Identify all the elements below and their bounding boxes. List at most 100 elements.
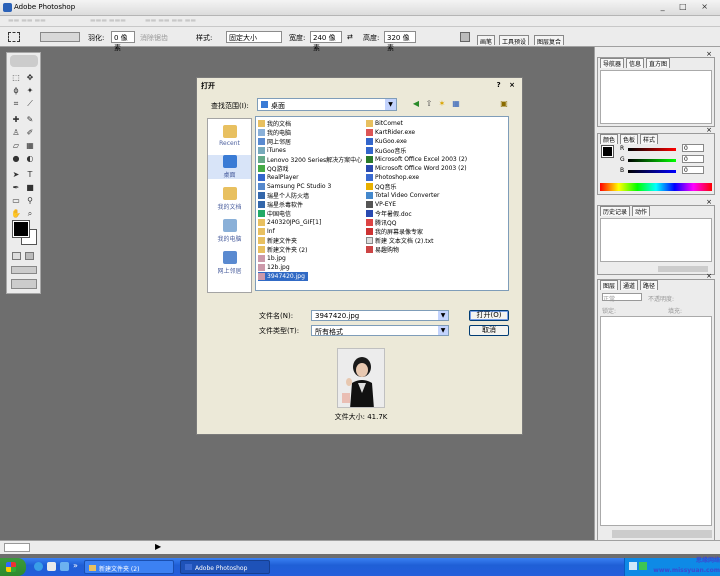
tab-swatches[interactable]: 色板 — [620, 134, 639, 144]
tab-histogram[interactable]: 直方图 — [646, 58, 671, 68]
new-folder-icon[interactable]: ✶ — [437, 99, 447, 109]
close-icon[interactable]: × — [706, 50, 712, 58]
dodge-icon[interactable]: ◐ — [25, 154, 35, 164]
type-icon[interactable]: T — [25, 170, 35, 180]
layers-list[interactable] — [600, 316, 712, 526]
ie-icon[interactable] — [34, 562, 43, 571]
place-my-computer[interactable]: 我的电脑 — [208, 219, 251, 243]
eraser-icon[interactable]: ▱ — [11, 141, 21, 151]
tools-icon[interactable]: ▣ — [499, 99, 509, 109]
antialias-label[interactable]: 消除锯齿 — [140, 33, 168, 43]
tab-actions[interactable]: 动作 — [632, 206, 651, 216]
list-item[interactable]: 12b.jpg — [258, 263, 290, 272]
filename-input[interactable]: 3947420.jpg ▼ — [311, 310, 449, 321]
zoom-field[interactable] — [4, 543, 30, 552]
standard-mode-icon[interactable] — [12, 252, 21, 260]
close-icon[interactable]: × — [706, 272, 712, 280]
list-item[interactable]: KartRider.exe — [366, 128, 415, 137]
close-icon[interactable]: × — [706, 198, 712, 206]
list-item[interactable]: QQ音乐 — [366, 182, 396, 191]
r-value[interactable]: 0 — [682, 144, 704, 152]
task-photoshop[interactable]: Adobe Photoshop — [180, 560, 270, 574]
foreground-color-swatch[interactable] — [12, 220, 30, 238]
list-item[interactable]: 易趣购物 — [366, 245, 399, 254]
list-item[interactable]: BitComet — [366, 119, 403, 128]
history-buttons[interactable] — [658, 266, 708, 272]
taskbar-more-icon[interactable]: » — [73, 561, 78, 570]
blur-icon[interactable]: ● — [11, 154, 21, 164]
tab-color[interactable]: 颜色 — [600, 134, 619, 144]
g-value[interactable]: 0 — [682, 155, 704, 163]
palette-well-icon[interactable] — [460, 32, 470, 42]
jump-to-imageready-icon[interactable] — [11, 279, 37, 289]
list-item[interactable]: KuGoo音乐 — [366, 146, 406, 155]
list-item[interactable]: VP-EYE — [366, 200, 396, 209]
list-item[interactable]: 我的电脑 — [258, 128, 291, 137]
zoom-icon[interactable]: ⌕ — [25, 209, 35, 219]
list-item[interactable]: 1b.jpg — [258, 254, 286, 263]
start-button[interactable] — [0, 558, 26, 576]
screen-mode-icons[interactable] — [11, 266, 37, 274]
list-item[interactable]: 瑞星个人防火墙 — [258, 191, 309, 200]
menu-placeholder[interactable]: ▬▬ ▬▬ ▬▬ ▬▬ — [145, 17, 196, 24]
cancel-button[interactable]: 取消 — [469, 325, 509, 336]
chevron-down-icon[interactable]: ▼ — [438, 311, 448, 320]
look-in-select[interactable]: 桌面 ▼ — [257, 98, 397, 111]
list-item[interactable]: 新建文件夹 (2) — [258, 245, 307, 254]
gradient-icon[interactable]: ▦ — [25, 141, 35, 151]
file-list[interactable]: 我的文档 我的电脑 网上邻居 iTunes Lenovo 3200 Series… — [255, 116, 509, 291]
style-select[interactable]: 固定大小 — [226, 31, 282, 43]
close-icon[interactable]: × — [706, 126, 712, 134]
tab-paths[interactable]: 路径 — [640, 280, 659, 290]
tab-layer-comps[interactable]: 图层复合 — [534, 35, 565, 46]
status-arrow-icon[interactable]: ▶ — [155, 542, 161, 551]
tab-layers[interactable]: 图层 — [600, 280, 619, 290]
stamp-icon[interactable]: ♙ — [11, 128, 21, 138]
back-icon[interactable]: ◀ — [411, 99, 421, 109]
eyedropper-icon[interactable]: ⚲ — [25, 196, 35, 206]
move-icon[interactable]: ✥ — [25, 73, 35, 83]
marquee-icon[interactable]: ⬚ — [11, 73, 21, 83]
color-spectrum-bar[interactable] — [600, 183, 712, 191]
menu-placeholder[interactable]: ▬▬ ▬▬ ▬▬ — [8, 17, 46, 24]
list-item[interactable]: Samsung PC Studio 3 — [258, 182, 331, 191]
dialog-help-close-buttons[interactable]: ? × — [497, 81, 518, 89]
list-item[interactable]: 我的文档 — [258, 119, 291, 128]
list-item[interactable]: 腾讯QQ — [366, 218, 396, 227]
task-new-folder[interactable]: 新建文件夹 (2) — [84, 560, 174, 574]
pen-icon[interactable]: ✒ — [11, 183, 21, 193]
list-item[interactable]: 240320JPG_GIF[1] — [258, 218, 321, 227]
list-item[interactable]: 我的屏幕录像专家 — [366, 227, 423, 236]
place-network[interactable]: 网上邻居 — [208, 251, 251, 275]
marquee-tool-icon[interactable] — [8, 32, 20, 42]
list-item[interactable]: iTunes — [258, 146, 286, 155]
place-my-documents[interactable]: 我的文档 — [208, 187, 251, 211]
tray-icon[interactable] — [629, 562, 637, 570]
b-slider[interactable] — [628, 170, 676, 173]
notes-icon[interactable]: ▭ — [11, 196, 21, 206]
shield-icon[interactable] — [60, 562, 69, 571]
tab-brushes[interactable]: 画笔 — [477, 35, 496, 46]
list-item-selected[interactable]: 3947420.jpg — [258, 272, 308, 281]
view-menu-icon[interactable]: ▦ — [451, 99, 461, 109]
chevron-down-icon[interactable]: ▼ — [385, 99, 396, 110]
menu-bar[interactable]: ▬▬ ▬▬ ▬▬ ▬▬▬ ▬▬▬ ▬▬ ▬▬ ▬▬ ▬▬ — [0, 16, 720, 27]
filetype-select[interactable]: 所有格式 ▼ — [311, 325, 449, 336]
list-item[interactable]: KuGoo.exe — [366, 137, 407, 146]
list-item[interactable]: RealPlayer — [258, 173, 299, 182]
tab-tool-presets[interactable]: 工具预设 — [499, 35, 530, 46]
tab-info[interactable]: 信息 — [626, 58, 645, 68]
list-item[interactable]: Microsoft Office Excel 2003 (2) — [366, 155, 467, 164]
height-input[interactable]: 320 像素 — [384, 31, 416, 52]
list-item[interactable]: QQ游戏 — [258, 164, 288, 173]
place-desktop[interactable]: 桌面 — [208, 155, 251, 179]
selection-mode-icons[interactable] — [40, 32, 80, 42]
crop-icon[interactable]: ⌗ — [11, 99, 21, 109]
blend-mode-select[interactable]: 正常 — [602, 293, 642, 303]
list-item[interactable]: 新建 文本文档 (2).txt — [366, 236, 433, 245]
list-item[interactable]: Lenovo 3200 Series解决方案中心 — [258, 155, 362, 164]
desktop-icon[interactable] — [47, 562, 56, 571]
lasso-icon[interactable]: ϕ — [11, 86, 21, 96]
list-item[interactable]: Total Video Converter — [366, 191, 440, 200]
list-item[interactable]: 新建文件夹 — [258, 236, 297, 245]
